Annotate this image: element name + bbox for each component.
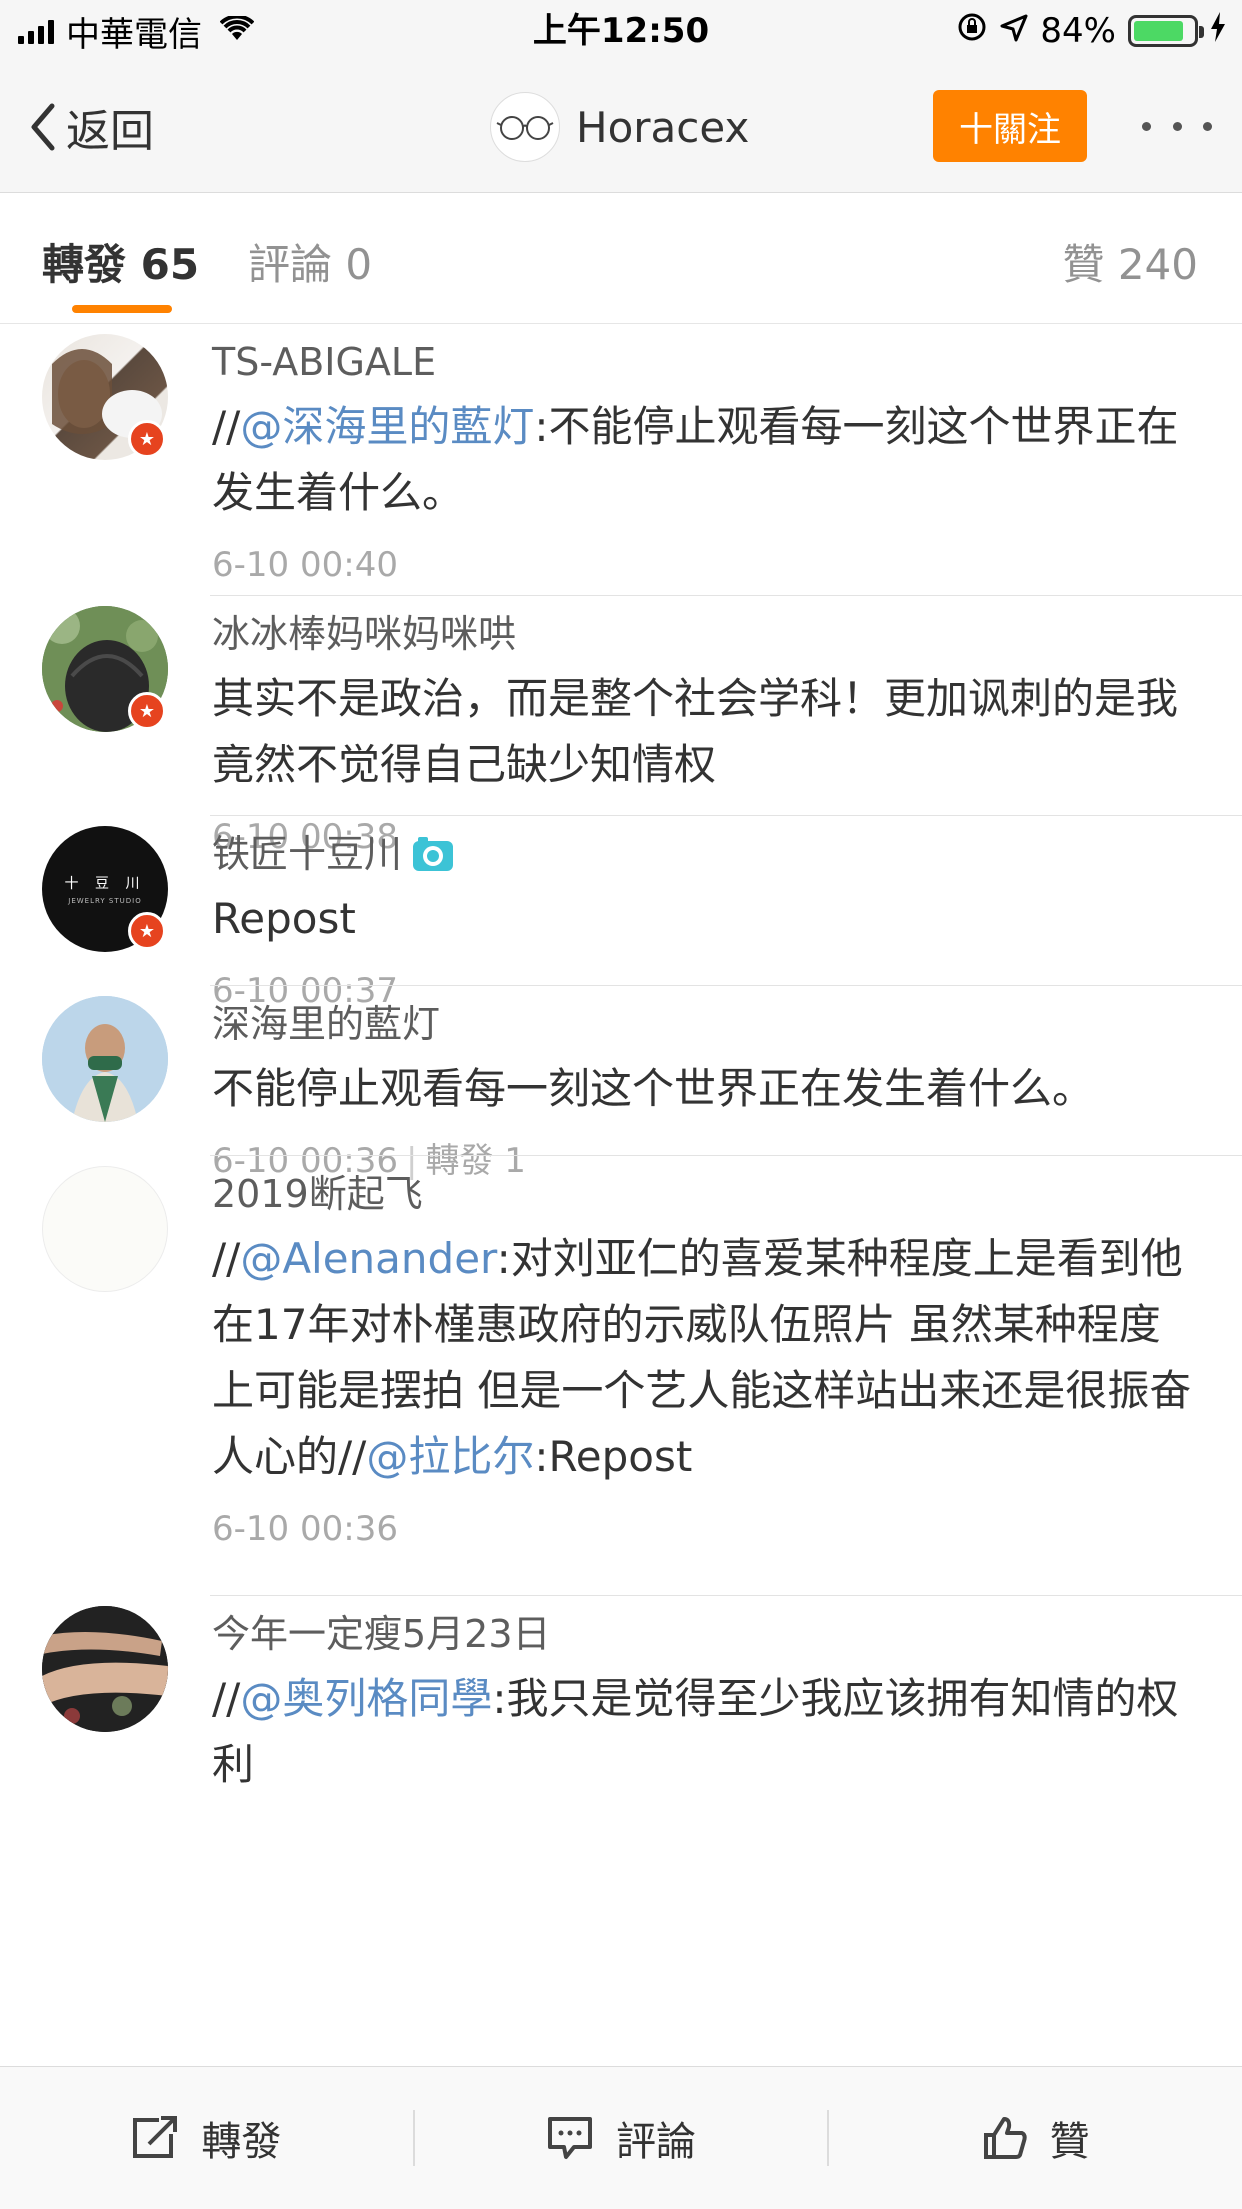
bottom-toolbar: 轉發 評論 贊 (0, 2066, 1242, 2209)
username[interactable]: TS-ABIGALE (212, 334, 1202, 390)
chevron-left-icon (31, 103, 55, 151)
list-item[interactable]: ★ 冰冰棒妈咪妈咪哄 其实不是政治，而是整个社会学科！更加讽刺的是我竟然不觉得自… (0, 596, 1242, 857)
timestamp: 6-10 00:36 (212, 1509, 398, 1549)
battery-icon (1128, 15, 1204, 47)
verified-badge-icon: ★ (128, 912, 166, 950)
repost-content: //@Alenander:对刘亚仁的喜爱某种程度上是看到他在17年对朴槿惠政府的… (212, 1226, 1202, 1490)
repost-content: Repost (212, 894, 356, 943)
location-arrow-icon (1000, 11, 1028, 51)
username[interactable]: 深海里的藍灯 (212, 996, 1202, 1052)
page-title: Horacex (576, 102, 750, 152)
tab-likes[interactable]: 贊 240 (1062, 231, 1198, 292)
list-item[interactable]: 今年一定瘦5月23日 //@奥列格同學:我只是觉得至少我应该拥有知情的权利 (0, 1596, 1242, 1856)
charging-bolt-icon (1210, 11, 1226, 51)
battery-fill (1134, 21, 1183, 41)
battery-percent: 84% (1040, 11, 1116, 51)
list-item[interactable]: 深海里的藍灯 不能停止观看每一刻这个世界正在发生着什么。 6-10 00:36 |… (0, 986, 1242, 1181)
back-label: 返回 (66, 106, 154, 157)
avatar-brand-text: 十 豆 川 (64, 876, 146, 892)
rotation-lock-icon (956, 11, 988, 52)
list-item[interactable]: 2019断起飞 //@Alenander:对刘亚仁的喜爱某种程度上是看到他在17… (0, 1156, 1242, 1596)
repost-content: //@深海里的藍灯:不能停止观看每一刻这个世界正在发生着什么。 (212, 394, 1202, 526)
timestamp: 6-10 00:40 (212, 545, 398, 585)
avatar[interactable] (42, 996, 168, 1122)
mention-link[interactable]: @Alenander (240, 1234, 496, 1283)
username[interactable]: 铁匠十豆川 (212, 826, 402, 882)
username[interactable]: 冰冰棒妈咪妈咪哄 (212, 606, 1202, 662)
content-prefix: // (212, 402, 241, 451)
tab-comments[interactable]: 評論 0 (248, 231, 372, 292)
mention-link[interactable]: @奥列格同學 (240, 1674, 492, 1723)
comment-label: 評論 (616, 2119, 696, 2165)
mention-link[interactable]: @拉比尔 (366, 1432, 534, 1481)
list-item[interactable]: ★ TS-ABIGALE //@深海里的藍灯:不能停止观看每一刻这个世界正在发生… (0, 324, 1242, 596)
repost-content: //@奥列格同學:我只是觉得至少我应该拥有知情的权利 (212, 1666, 1202, 1798)
avatar-brand-subtext: JEWELRY STUDIO (68, 897, 142, 905)
verified-badge-icon: ★ (128, 420, 166, 458)
thumbs-up-icon (983, 2117, 1027, 2159)
like-button[interactable]: 贊 (829, 2067, 1242, 2209)
content-prefix: // (212, 1674, 241, 1723)
profile-header[interactable]: Horacex (490, 92, 749, 162)
nav-bar: 返回 Horacex 十關注 (0, 62, 1242, 193)
avatar[interactable] (42, 1166, 168, 1292)
status-right: 84% (956, 8, 1226, 54)
username[interactable]: 今年一定瘦5月23日 (212, 1606, 1202, 1662)
follow-button[interactable]: 十關注 (933, 90, 1087, 162)
like-label: 贊 (1049, 2119, 1090, 2165)
active-tab-indicator (72, 305, 172, 313)
status-bar: 中華電信 上午12:50 84% (0, 0, 1242, 62)
mention-link[interactable]: @深海里的藍灯 (240, 402, 534, 451)
username-row: 铁匠十豆川 (212, 826, 1202, 882)
repost-button[interactable]: 轉發 (0, 2067, 413, 2209)
repost-content: 其实不是政治，而是整个社会学科！更加讽刺的是我竟然不觉得自己缺少知情权 (212, 674, 1179, 789)
repost-content: 不能停止观看每一刻这个世界正在发生着什么。 (212, 1064, 1095, 1113)
glasses-icon (496, 116, 554, 140)
back-button[interactable]: 返回 (30, 94, 154, 160)
avatar[interactable] (42, 1606, 168, 1732)
repost-list[interactable]: ★ TS-ABIGALE //@深海里的藍灯:不能停止观看每一刻这个世界正在发生… (0, 324, 1242, 2066)
username[interactable]: 2019断起飞 (212, 1166, 1202, 1222)
comment-icon (548, 2117, 592, 2159)
comment-button[interactable]: 評論 (415, 2067, 828, 2209)
content-text: :Repost (534, 1432, 693, 1481)
camera-icon (412, 836, 454, 872)
share-icon (133, 2116, 178, 2158)
content-prefix: // (212, 1234, 241, 1283)
verified-badge-icon: ★ (128, 692, 166, 730)
tab-bar: 轉發 65 評論 0 贊 240 (0, 193, 1242, 324)
more-options-icon[interactable] (1142, 108, 1212, 144)
avatar (490, 92, 560, 162)
tab-reposts[interactable]: 轉發 65 (42, 231, 199, 292)
list-item[interactable]: 十 豆 川 JEWELRY STUDIO ★ 铁匠十豆川 Repost 6-10… (0, 816, 1242, 1011)
repost-label: 轉發 (201, 2119, 282, 2165)
